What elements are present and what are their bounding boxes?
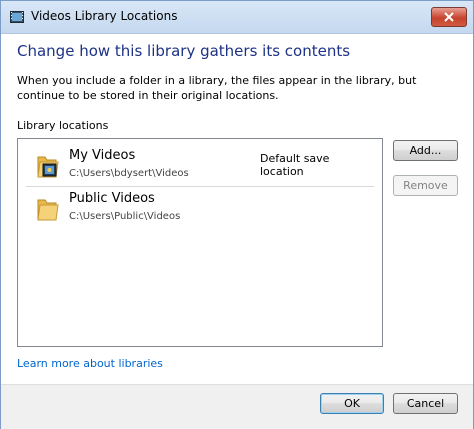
video-library-icon [10, 11, 24, 23]
title-bar[interactable]: Videos Library Locations [1, 1, 473, 34]
close-button[interactable] [431, 7, 467, 27]
location-name: Public Videos [69, 191, 155, 206]
dialog-footer: OK Cancel [1, 384, 473, 429]
learn-more-link[interactable]: Learn more about libraries [17, 357, 163, 370]
location-path: C:\Users\bdysert\Videos [69, 168, 189, 179]
folder-icon [37, 199, 59, 221]
window-title: Videos Library Locations [31, 9, 178, 23]
dialog-heading: Change how this library gathers its cont… [17, 42, 351, 60]
list-item-public-videos[interactable]: Public Videos C:\Users\Public\Videos [22, 186, 376, 228]
library-locations-list[interactable]: My Videos C:\Users\bdysert\Videos Defaul… [17, 138, 383, 347]
dialog-window: Videos Library Locations Change how this… [0, 0, 474, 429]
cancel-button[interactable]: Cancel [393, 393, 458, 414]
location-path: C:\Users\Public\Videos [69, 211, 181, 222]
ok-button[interactable]: OK [320, 393, 384, 414]
remove-button[interactable]: Remove [393, 175, 458, 196]
close-icon [444, 12, 454, 22]
list-item-my-videos[interactable]: My Videos C:\Users\bdysert\Videos Defaul… [22, 143, 376, 185]
video-folder-icon [37, 156, 59, 178]
description-text: When you include a folder in a library, … [17, 74, 417, 102]
library-locations-label: Library locations [17, 119, 109, 132]
location-name: My Videos [69, 148, 136, 163]
default-save-location-badge: Default save location [260, 152, 330, 178]
add-button[interactable]: Add... [393, 140, 458, 161]
